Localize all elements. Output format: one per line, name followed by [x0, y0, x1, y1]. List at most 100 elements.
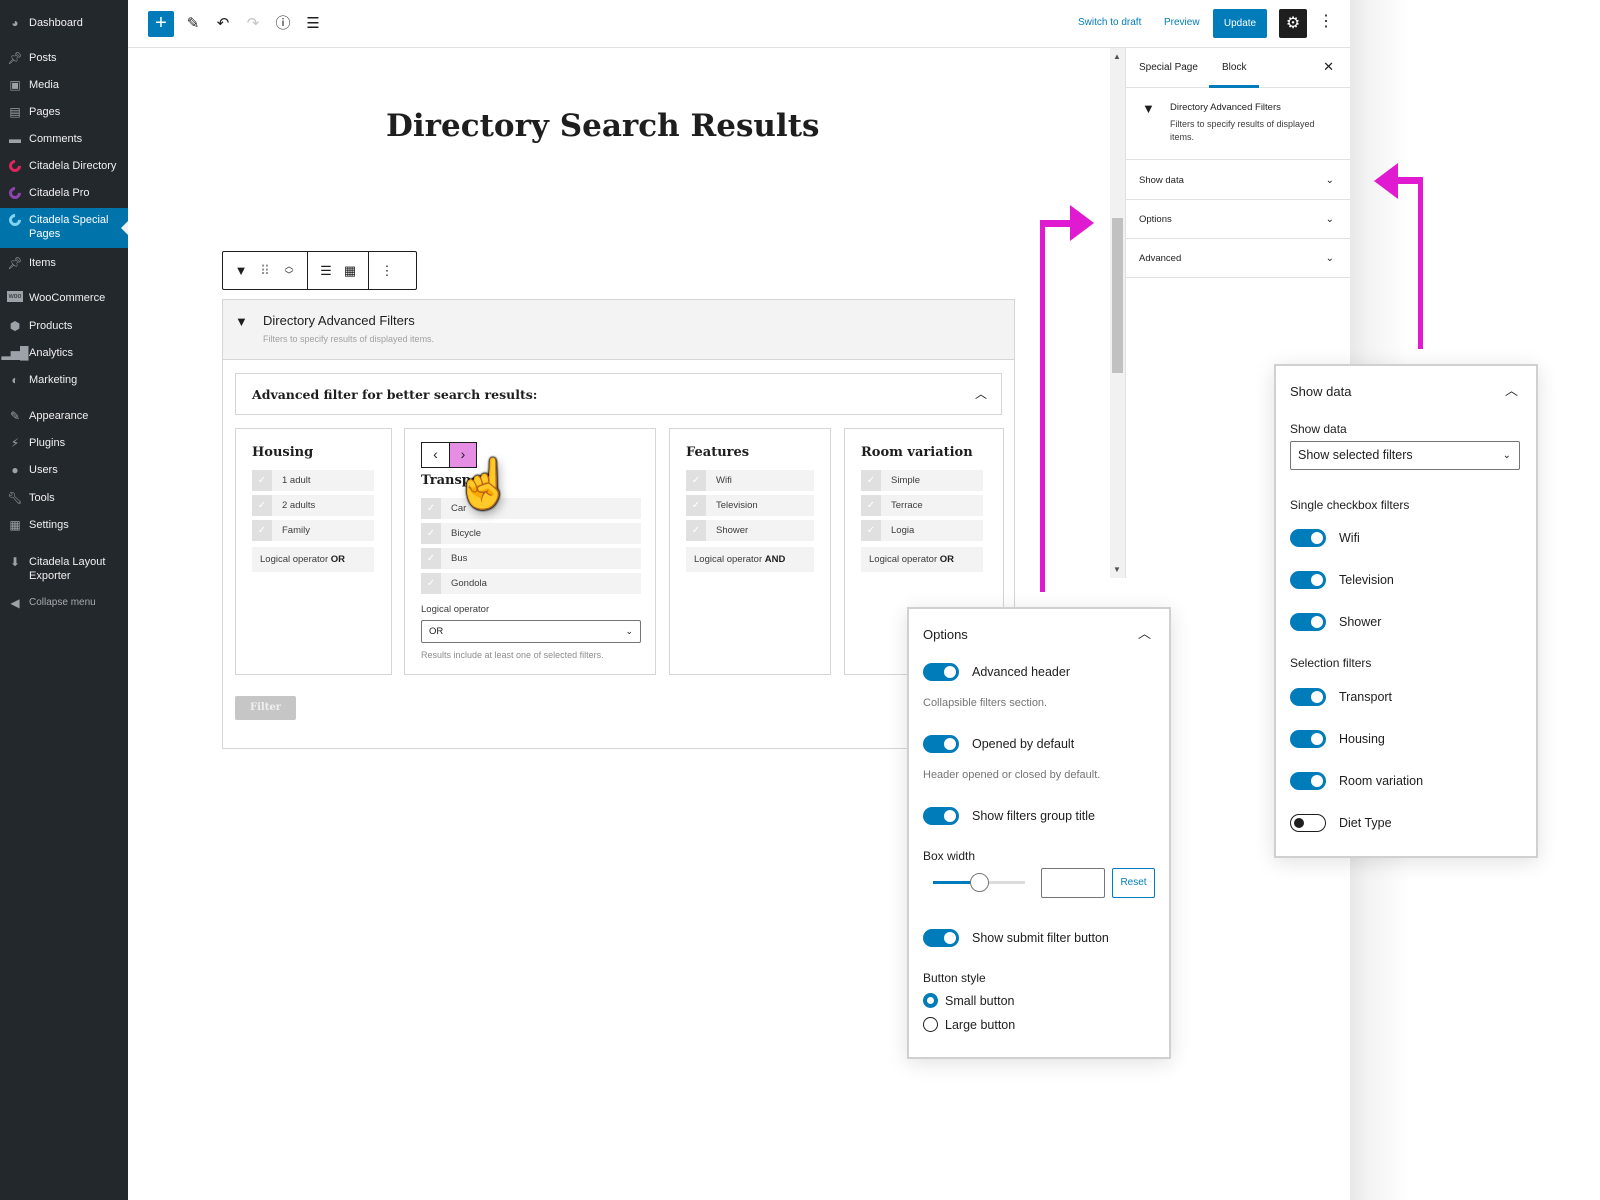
previous-group-button[interactable]: ‹ [422, 443, 449, 467]
show-filters-group-title-toggle[interactable]: Show filters group title [923, 807, 1095, 825]
filter-option[interactable]: ✓ 2 adults [252, 495, 374, 516]
more-options-button[interactable]: ⋮ [1318, 11, 1334, 31]
collapse-menu-button[interactable]: ◀ Collapse menu [0, 596, 128, 610]
preview-link[interactable]: Preview [1164, 17, 1200, 28]
toggle-switch[interactable] [923, 929, 959, 947]
diet-type-toggle[interactable]: Diet Type [1290, 814, 1392, 832]
sidebar-item-plugins[interactable]: ⚡︎ Plugins [0, 436, 128, 450]
transport-toggle[interactable]: Transport [1290, 688, 1392, 706]
sidebar-item-citadela-special-pages[interactable]: Citadela Special Pages [0, 208, 128, 248]
radio-input[interactable] [923, 1017, 938, 1032]
details-button[interactable]: ⓘ [271, 12, 295, 36]
shower-toggle[interactable]: Shower [1290, 613, 1381, 631]
box-width-input[interactable] [1041, 868, 1105, 898]
settings-toggle-button[interactable]: ⚙ [1279, 9, 1307, 38]
filter-option[interactable]: ✓ Wifi [686, 470, 814, 491]
grid-layout-icon[interactable]: ▦ [338, 263, 362, 279]
box-width-slider[interactable] [933, 873, 1025, 892]
slider-handle[interactable] [970, 873, 989, 892]
filter-submit-button[interactable]: Filter [235, 696, 296, 720]
toggle-switch[interactable] [1290, 571, 1326, 589]
chevron-up-icon[interactable]: ︿ [1138, 623, 1151, 642]
radio-input[interactable] [923, 993, 938, 1008]
filter-option[interactable]: ✓ Bicycle [421, 523, 641, 544]
toggle-switch[interactable] [1290, 688, 1326, 706]
filter-option[interactable]: ✓ Logia [861, 520, 983, 541]
toggle-switch[interactable] [1290, 529, 1326, 547]
sidebar-item-citadela-pro[interactable]: Citadela Pro [0, 184, 128, 202]
sidebar-item-appearance[interactable]: ✎ Appearance [0, 409, 128, 423]
scrollbar-thumb[interactable] [1112, 218, 1123, 373]
sidebar-item-users[interactable]: ● Users [0, 463, 128, 477]
filter-option[interactable]: ✓ Simple [861, 470, 983, 491]
toggle-switch[interactable] [1290, 730, 1326, 748]
advanced-filter-header[interactable]: Advanced filter for better search result… [235, 373, 1002, 415]
toggle-switch[interactable] [1290, 814, 1326, 832]
panel-advanced[interactable]: Advanced ⌄ [1126, 239, 1350, 278]
logical-operator-select[interactable]: OR ⌄ [421, 620, 641, 643]
show-submit-button-toggle[interactable]: Show submit filter button [923, 929, 1109, 947]
align-left-icon[interactable]: ☰ [314, 263, 338, 279]
scroll-up-icon[interactable]: ▲ [1113, 52, 1121, 61]
scroll-down-icon[interactable]: ▼ [1113, 565, 1121, 574]
block-more-options-icon[interactable]: ⋮ [375, 263, 399, 279]
add-block-button[interactable]: + [148, 11, 174, 37]
tools-button[interactable]: ✎ [181, 12, 205, 36]
directory-advanced-filters-block[interactable]: ▼ Directory Advanced Filters Filters to … [222, 299, 1015, 749]
tab-special-page[interactable]: Special Page [1139, 62, 1198, 73]
sidebar-item-citadela-layout-exporter[interactable]: ⬇ Citadela Layout Exporter [0, 555, 128, 583]
sidebar-item-products[interactable]: ⬢ Products [0, 319, 128, 333]
undo-button[interactable]: ↶ [211, 12, 235, 36]
filter-option[interactable]: ✓ Gondola [421, 573, 641, 594]
toggle-switch[interactable] [1290, 613, 1326, 631]
show-data-select[interactable]: Show selected filters ⌄ [1290, 441, 1520, 470]
redo-button[interactable]: ↷ [241, 12, 265, 36]
move-up-down-icon[interactable]: ︿ ﹀ [277, 261, 301, 280]
tab-block[interactable]: Block [1208, 62, 1261, 88]
radio-small-button[interactable]: Small button [923, 993, 1014, 1008]
toggle-switch[interactable] [923, 663, 959, 681]
check-icon: ✓ [252, 495, 272, 516]
filter-option[interactable]: ✓ Television [686, 495, 814, 516]
room-variation-toggle[interactable]: Room variation [1290, 772, 1423, 790]
wifi-toggle[interactable]: Wifi [1290, 529, 1360, 547]
sidebar-item-woocommerce[interactable]: woo WooCommerce [0, 291, 128, 305]
filter-icon[interactable]: ▼ [229, 263, 253, 278]
sidebar-item-pages[interactable]: ▤ Pages [0, 105, 128, 119]
television-toggle[interactable]: Television [1290, 571, 1394, 589]
toggle-switch[interactable] [1290, 772, 1326, 790]
sidebar-item-items[interactable]: 📌︎ Items [0, 256, 128, 270]
sidebar-item-marketing[interactable]: ◐ Marketing [0, 373, 128, 387]
radio-large-button[interactable]: Large button [923, 1017, 1015, 1032]
sidebar-item-dashboard[interactable]: ◕ Dashboard [0, 16, 128, 30]
toggle-switch[interactable] [923, 735, 959, 753]
editor-scrollbar[interactable]: ▲ ▼ [1110, 48, 1125, 578]
sidebar-item-analytics[interactable]: ▂▅█ Analytics [0, 346, 128, 360]
toggle-switch[interactable] [923, 807, 959, 825]
panel-show-data[interactable]: Show data ⌄ [1126, 161, 1350, 200]
sidebar-item-tools[interactable]: 🔧︎ Tools [0, 491, 128, 505]
sidebar-item-settings[interactable]: ▦ Settings [0, 518, 128, 532]
sidebar-item-citadela-directory[interactable]: Citadela Directory [0, 157, 128, 175]
panel-options[interactable]: Options ⌄ [1126, 200, 1350, 239]
outline-button[interactable]: ☰ [301, 12, 325, 36]
close-icon[interactable]: ✕ [1323, 59, 1334, 75]
page-title[interactable]: Directory Search Results [386, 108, 820, 144]
opened-by-default-toggle[interactable]: Opened by default [923, 735, 1074, 753]
advanced-header-toggle[interactable]: Advanced header [923, 663, 1070, 681]
filter-option[interactable]: ✓ Bus [421, 548, 641, 569]
update-button[interactable]: Update [1213, 9, 1267, 38]
housing-toggle[interactable]: Housing [1290, 730, 1385, 748]
reset-button[interactable]: Reset [1112, 868, 1155, 898]
sidebar-item-comments[interactable]: ▬ Comments [0, 132, 128, 146]
filter-option[interactable]: ✓ Family [252, 520, 374, 541]
filter-option[interactable]: ✓ Shower [686, 520, 814, 541]
chevron-up-icon[interactable]: ︿ [1505, 380, 1518, 399]
sidebar-item-media[interactable]: ▣ Media [0, 78, 128, 92]
filter-option[interactable]: ✓ 1 adult [252, 470, 374, 491]
filter-option[interactable]: ✓ Terrace [861, 495, 983, 516]
drag-handle-icon[interactable]: ⠿ [253, 263, 277, 279]
sidebar-item-posts[interactable]: 📌︎ Posts [0, 51, 128, 65]
switch-to-draft-link[interactable]: Switch to draft [1078, 17, 1141, 28]
block-card: ▼ Directory Advanced Filters Filters to … [1126, 88, 1350, 160]
